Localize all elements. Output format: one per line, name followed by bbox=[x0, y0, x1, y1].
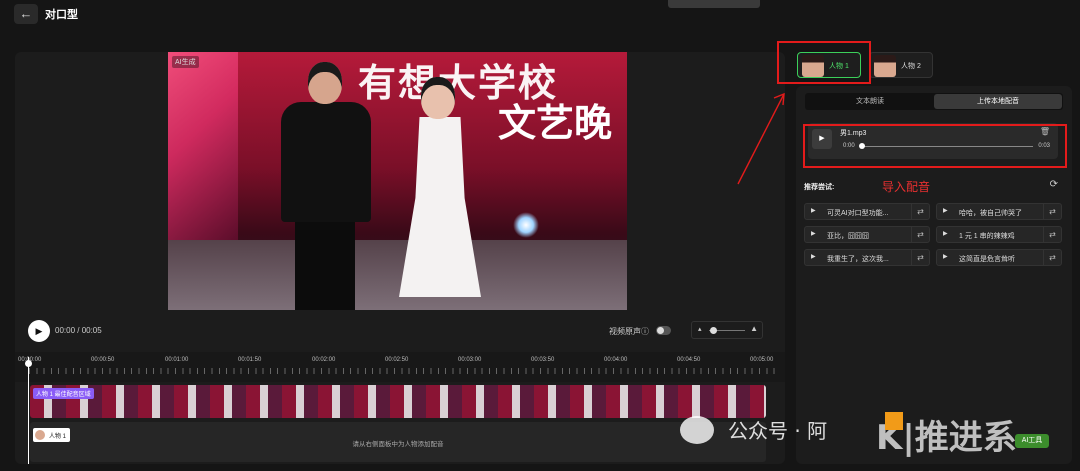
suggestion-item[interactable]: ▶ 亚比，囧囧囧 ⇄ bbox=[804, 226, 930, 243]
tick-label: 00:03:50 bbox=[531, 357, 555, 363]
ruler-ticks bbox=[29, 368, 775, 374]
tick-label: 00:01:50 bbox=[238, 357, 262, 363]
suggestion-text: 哈哈，被自己帅哭了 bbox=[959, 210, 1022, 217]
swap-icon[interactable]: ⇄ bbox=[911, 250, 929, 265]
watermark-text: 公众号 · 阿 bbox=[728, 419, 828, 443]
swap-icon[interactable]: ⇄ bbox=[911, 204, 929, 219]
swap-icon[interactable]: ⇄ bbox=[1043, 250, 1061, 265]
stage-light bbox=[513, 212, 539, 238]
tab-upload-audio[interactable]: 上传本地配音 bbox=[934, 94, 1062, 109]
import-annotation-label: 导入配音 bbox=[882, 180, 931, 194]
zoom-out-icon[interactable]: ▴ bbox=[698, 325, 702, 333]
timeline-ruler[interactable]: 00:00:00 00:00:50 00:01:00 00:01:50 00:0… bbox=[15, 352, 785, 382]
video-track[interactable]: 人物 1 最佳配音区域 bbox=[30, 385, 766, 418]
swap-icon[interactable]: ⇄ bbox=[1043, 227, 1061, 242]
suggestion-text: 亚比，囧囧囧 bbox=[827, 233, 869, 240]
person-2-figure bbox=[393, 77, 488, 310]
watermark: 公众号 · 阿 K|推进系 AI工具 bbox=[676, 408, 1080, 471]
play-icon[interactable]: ▶ bbox=[943, 253, 948, 260]
wechat-logo bbox=[680, 416, 714, 444]
top-bar: ← 对口型 bbox=[0, 0, 1080, 30]
play-icon[interactable]: ▶ bbox=[943, 230, 948, 237]
original-sound-toggle[interactable] bbox=[656, 326, 671, 335]
stage-decoration bbox=[168, 52, 238, 252]
swap-icon[interactable]: ⇄ bbox=[911, 227, 929, 242]
tick-label: 00:03:00 bbox=[458, 357, 482, 363]
person-1-figure bbox=[273, 62, 378, 310]
suggestion-item[interactable]: ▶ 1 元 1 串的辣辣鸡 ⇄ bbox=[936, 226, 1062, 243]
annotation-box-audio bbox=[803, 124, 1067, 168]
back-button[interactable]: ← bbox=[14, 4, 38, 24]
watermark-logo-mark bbox=[885, 412, 903, 430]
editor-panel: 有想大学校 文艺晚 AI生成 ▶ 00:00 / 00:05 视频原声ⓘ ▴ ▲… bbox=[15, 52, 785, 464]
tick-label: 00:04:50 bbox=[677, 357, 701, 363]
video-preview[interactable]: 有想大学校 文艺晚 AI生成 bbox=[168, 52, 627, 310]
tick-label: 00:00:50 bbox=[91, 357, 115, 363]
playback-time: 00:00 / 00:05 bbox=[55, 326, 102, 335]
suggestion-text: 我重生了，这次我... bbox=[827, 256, 889, 263]
play-button[interactable]: ▶ bbox=[28, 320, 50, 342]
audio-track[interactable]: 人物 1 请从右侧面板中为人物添加配音 bbox=[30, 422, 766, 462]
suggestion-text: 这简直是危言耸听 bbox=[959, 256, 1015, 263]
suggestion-text: 可灵AI对口型功能... bbox=[827, 210, 889, 217]
suggestion-item[interactable]: ▶ 哈哈，被自己帅哭了 ⇄ bbox=[936, 203, 1062, 220]
annotation-arrow bbox=[737, 92, 785, 185]
zoom-in-icon[interactable]: ▲ bbox=[750, 324, 758, 333]
player-controls: ▶ 00:00 / 00:05 视频原声ⓘ ▴ ▲ bbox=[15, 317, 785, 347]
timeline-zoom-control[interactable]: ▴ ▲ bbox=[691, 321, 763, 339]
play-icon[interactable]: ▶ bbox=[943, 207, 948, 214]
page-title: 对口型 bbox=[45, 9, 78, 21]
recommend-title: 推荐尝试: bbox=[804, 184, 835, 191]
character-tab-label: 人物 2 bbox=[901, 63, 921, 70]
dubbing-mode-switch: 文本朗读 上传本地配音 bbox=[805, 93, 1063, 110]
audio-track-hint: 请从右侧面板中为人物添加配音 bbox=[352, 441, 444, 448]
suggestion-item[interactable]: ▶ 可灵AI对口型功能... ⇄ bbox=[804, 203, 930, 220]
play-icon[interactable]: ▶ bbox=[811, 230, 816, 237]
top-toolbar-hint bbox=[668, 0, 760, 8]
swap-icon[interactable]: ⇄ bbox=[1043, 204, 1061, 219]
original-sound-label: 视频原声ⓘ bbox=[609, 327, 649, 336]
tick-label: 00:04:00 bbox=[604, 357, 628, 363]
tick-label: 00:05:00 bbox=[750, 357, 774, 363]
refresh-icon[interactable]: ⟳ bbox=[1050, 179, 1058, 190]
annotation-box-character bbox=[777, 41, 871, 84]
arrow-left-icon: ← bbox=[19, 6, 33, 21]
suggestion-text: 1 元 1 串的辣辣鸡 bbox=[959, 233, 1015, 240]
zoom-slider-knob[interactable] bbox=[710, 327, 717, 334]
tick-label: 00:01:00 bbox=[165, 357, 189, 363]
play-icon[interactable]: ▶ bbox=[811, 253, 816, 260]
suggestion-item[interactable]: ▶ 这简直是危言耸听 ⇄ bbox=[936, 249, 1062, 266]
tab-text-to-speech[interactable]: 文本朗读 bbox=[806, 94, 934, 109]
tick-label: 00:02:50 bbox=[385, 357, 409, 363]
playhead-handle[interactable] bbox=[25, 360, 32, 367]
play-icon: ▶ bbox=[35, 326, 43, 336]
tick-label: 00:02:00 bbox=[312, 357, 336, 363]
watermark-badge: AI工具 bbox=[1015, 434, 1049, 448]
video-track-label: 人物 1 最佳配音区域 bbox=[33, 388, 94, 399]
character-tab-2[interactable]: 人物 2 bbox=[869, 52, 933, 78]
ai-generated-tag: AI生成 bbox=[172, 56, 199, 68]
playhead[interactable] bbox=[28, 357, 29, 464]
play-icon[interactable]: ▶ bbox=[811, 207, 816, 214]
suggestion-item[interactable]: ▶ 我重生了，这次我... ⇄ bbox=[804, 249, 930, 266]
avatar bbox=[874, 55, 896, 77]
stage-banner-text-2: 文艺晚 bbox=[498, 101, 613, 145]
